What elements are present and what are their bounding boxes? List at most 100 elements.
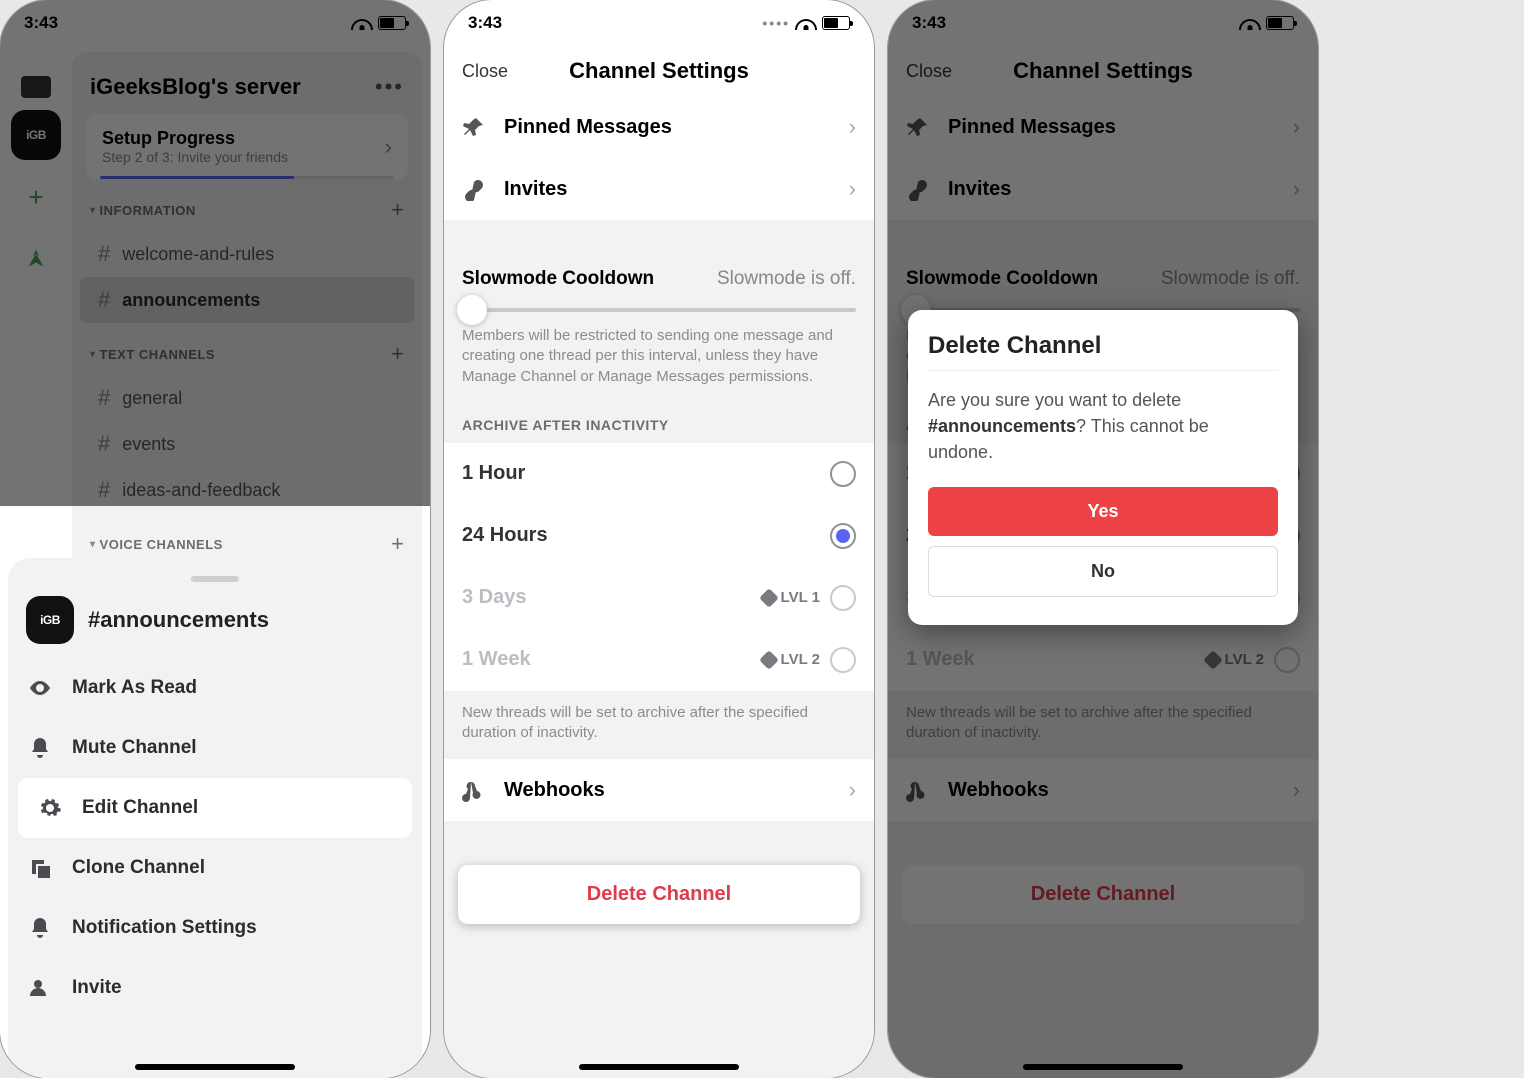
close-button[interactable]: Close <box>462 61 508 82</box>
battery-icon <box>822 16 850 30</box>
edit-channel-button[interactable]: Edit Channel <box>18 778 412 838</box>
sheet-item-label: Invite <box>72 977 122 999</box>
chevron-right-icon: › <box>849 114 856 140</box>
pin-icon <box>462 115 486 139</box>
mute-channel-button[interactable]: Mute Channel <box>8 718 422 778</box>
home-indicator[interactable] <box>1023 1064 1183 1070</box>
invites-row[interactable]: Invites › <box>444 158 874 220</box>
row-label: Pinned Messages <box>948 116 1116 139</box>
level-badge: LVL 2 <box>1206 651 1264 668</box>
row-label: Invites <box>948 178 1011 201</box>
phone-3: 3:43 Close Channel Settings Pinned Messa… <box>888 0 1318 1078</box>
slowmode-status: Slowmode is off. <box>1161 268 1300 290</box>
archive-1h[interactable]: 1 Hour <box>444 443 874 505</box>
dialog-channel: #announcements <box>928 416 1076 436</box>
level-badge: LVL 2 <box>762 651 820 668</box>
slowmode-status: Slowmode is off. <box>717 268 856 290</box>
option-label: 3 Days <box>462 586 527 609</box>
invite-button[interactable]: Invite <box>8 958 422 1018</box>
close-button[interactable]: Close <box>906 61 952 82</box>
wifi-icon <box>796 16 816 30</box>
notification-settings-button[interactable]: Notification Settings <box>8 898 422 958</box>
mark-as-read-button[interactable]: Mark As Read <box>8 658 422 718</box>
link-icon <box>462 177 486 201</box>
status-time: 3:43 <box>912 13 946 33</box>
wifi-icon <box>1240 16 1260 30</box>
archive-hint: New threads will be set to archive after… <box>888 691 1318 760</box>
dim-overlay[interactable] <box>0 0 430 506</box>
pinned-messages-row[interactable]: Pinned Messages › <box>888 96 1318 158</box>
sheet-item-label: Mute Channel <box>72 737 197 759</box>
link-icon <box>906 177 930 201</box>
delete-confirm-dialog: Delete Channel Are you sure you want to … <box>908 310 1298 625</box>
dialog-message: Are you sure you want to delete #announc… <box>928 387 1278 465</box>
chevron-right-icon: › <box>849 176 856 202</box>
status-bar: 3:43 •••• <box>444 0 874 46</box>
gear-icon <box>36 794 64 822</box>
slowmode-slider[interactable] <box>462 308 856 312</box>
radio-icon <box>830 585 856 611</box>
nav-bar: Close Channel Settings <box>444 46 874 96</box>
dialog-title: Delete Channel <box>928 332 1278 360</box>
eye-icon <box>26 674 54 702</box>
guild-avatar: iGB <box>26 596 74 644</box>
sheet-grabber[interactable] <box>191 576 239 582</box>
settings-body[interactable]: Pinned Messages › Invites › Slowmode Coo… <box>444 96 874 1078</box>
radio-icon <box>1274 647 1300 673</box>
slider-thumb[interactable] <box>457 295 487 325</box>
slowmode-hint: Members will be restricted to sending on… <box>444 326 874 403</box>
bell-icon <box>26 734 54 762</box>
delete-channel-button[interactable]: Delete Channel <box>458 865 860 924</box>
slowmode-label: Slowmode Cooldown <box>462 268 654 290</box>
confirm-no-button[interactable]: No <box>928 546 1278 597</box>
channel-action-sheet: iGB #announcements Mark As Read Mute Cha… <box>8 558 422 1078</box>
status-time: 3:43 <box>468 13 502 33</box>
status-icons <box>1240 16 1294 30</box>
clone-channel-button[interactable]: Clone Channel <box>8 838 422 898</box>
chevron-right-icon: › <box>1293 777 1300 803</box>
archive-section-label: ARCHIVE AFTER INACTIVITY <box>444 403 874 443</box>
archive-3d[interactable]: 3 Days LVL 1 <box>444 567 874 629</box>
option-label: 1 Week <box>906 648 975 671</box>
sheet-item-label: Edit Channel <box>82 797 198 819</box>
row-label: Pinned Messages <box>504 116 672 139</box>
radio-icon <box>830 523 856 549</box>
row-label: Invites <box>504 178 567 201</box>
dialog-text: Are you sure you want to delete <box>928 390 1181 410</box>
delete-channel-button[interactable]: Delete Channel <box>902 865 1304 924</box>
archive-24h[interactable]: 24 Hours <box>444 505 874 567</box>
page-title: Channel Settings <box>1013 58 1193 84</box>
row-label: Webhooks <box>504 779 605 802</box>
status-icons: •••• <box>762 15 850 31</box>
archive-1w[interactable]: 1 Week LVL 2 <box>444 629 874 691</box>
slowmode-label: Slowmode Cooldown <box>906 268 1098 290</box>
sheet-title: #announcements <box>88 607 269 633</box>
chevron-right-icon: › <box>1293 176 1300 202</box>
home-indicator[interactable] <box>579 1064 739 1070</box>
slowmode-row: Slowmode Cooldown Slowmode is off. <box>888 250 1318 308</box>
home-indicator[interactable] <box>135 1064 295 1070</box>
pinned-messages-row[interactable]: Pinned Messages › <box>444 96 874 158</box>
chevron-right-icon: › <box>849 777 856 803</box>
add-channel-button[interactable]: + <box>391 531 404 557</box>
sheet-header: iGB #announcements <box>8 596 422 658</box>
confirm-yes-button[interactable]: Yes <box>928 487 1278 536</box>
webhooks-row[interactable]: Webhooks › <box>888 759 1318 821</box>
sheet-item-label: Mark As Read <box>72 677 197 699</box>
option-label: 1 Hour <box>462 462 525 485</box>
option-label: 24 Hours <box>462 524 548 547</box>
invites-row[interactable]: Invites › <box>888 158 1318 220</box>
sheet-item-label: Notification Settings <box>72 917 257 939</box>
phone-2: 3:43 •••• Close Channel Settings Pinned … <box>444 0 874 1078</box>
category-label: VOICE CHANNELS <box>90 537 223 552</box>
radio-icon <box>830 647 856 673</box>
bell-icon <box>26 914 54 942</box>
chevron-right-icon: › <box>1293 114 1300 140</box>
archive-1w[interactable]: 1 Week LVL 2 <box>888 629 1318 691</box>
webhooks-row[interactable]: Webhooks › <box>444 759 874 821</box>
row-label: Webhooks <box>948 779 1049 802</box>
radio-icon <box>830 461 856 487</box>
level-badge: LVL 1 <box>762 589 820 606</box>
battery-icon <box>1266 16 1294 30</box>
webhook-icon <box>462 778 486 802</box>
